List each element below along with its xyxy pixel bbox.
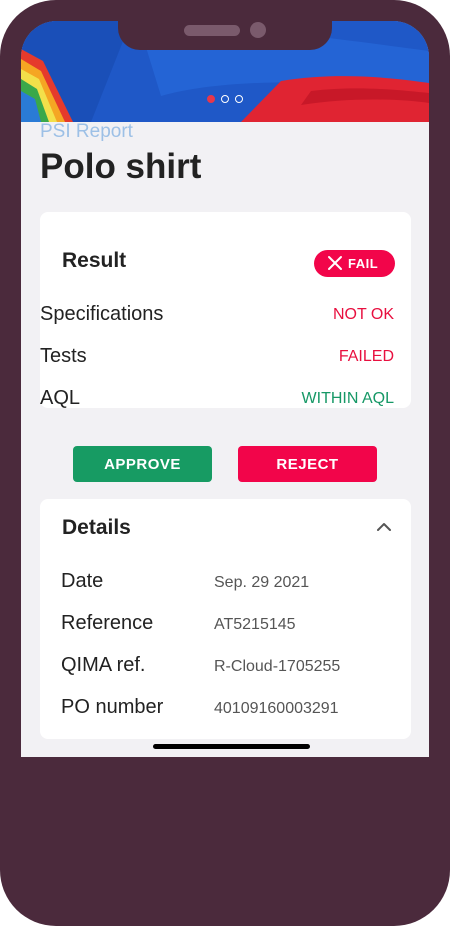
result-row-label-specifications: Specifications <box>40 303 164 325</box>
details-row-value-po-number: 40109160003291 <box>214 700 339 717</box>
report-type-label: PSI Report <box>40 121 133 142</box>
page-title: Polo shirt <box>40 147 202 186</box>
result-row-value-specifications: NOT OK <box>332 306 394 323</box>
details-card-title[interactable]: Details <box>62 516 131 540</box>
details-row-label-qima-ref: QIMA ref. <box>61 654 146 676</box>
fail-status-badge: FAIL <box>314 250 395 277</box>
carousel-pagination <box>21 95 429 103</box>
details-row-label-po-number: PO number <box>61 696 164 718</box>
carousel-dot-3[interactable] <box>235 95 243 103</box>
details-row-value-reference: AT5215145 <box>214 616 296 633</box>
home-indicator <box>153 744 310 749</box>
carousel-dot-1[interactable] <box>207 95 215 103</box>
result-card-title: Result <box>62 249 127 272</box>
result-row-label-aql: AQL <box>40 387 81 409</box>
details-row-label-reference: Reference <box>61 612 154 634</box>
result-row-value-aql: WITHIN AQL <box>301 390 394 407</box>
result-row-value-tests: FAILED <box>338 348 394 365</box>
carousel-dot-2[interactable] <box>221 95 229 103</box>
details-row-label-date: Date <box>61 570 104 592</box>
fail-badge-label: FAIL <box>348 256 379 271</box>
speaker-grille <box>184 25 240 36</box>
close-x-icon <box>328 256 342 270</box>
details-row-value-date: Sep. 29 2021 <box>214 574 310 591</box>
result-row-label-tests: Tests <box>40 345 87 367</box>
front-camera <box>250 22 266 38</box>
reject-button[interactable]: REJECT <box>238 446 377 482</box>
details-row-value-qima-ref: R-Cloud-1705255 <box>214 658 341 675</box>
phone-notch <box>118 20 332 50</box>
chevron-up-icon[interactable] <box>376 521 392 533</box>
approve-button[interactable]: APPROVE <box>73 446 212 482</box>
